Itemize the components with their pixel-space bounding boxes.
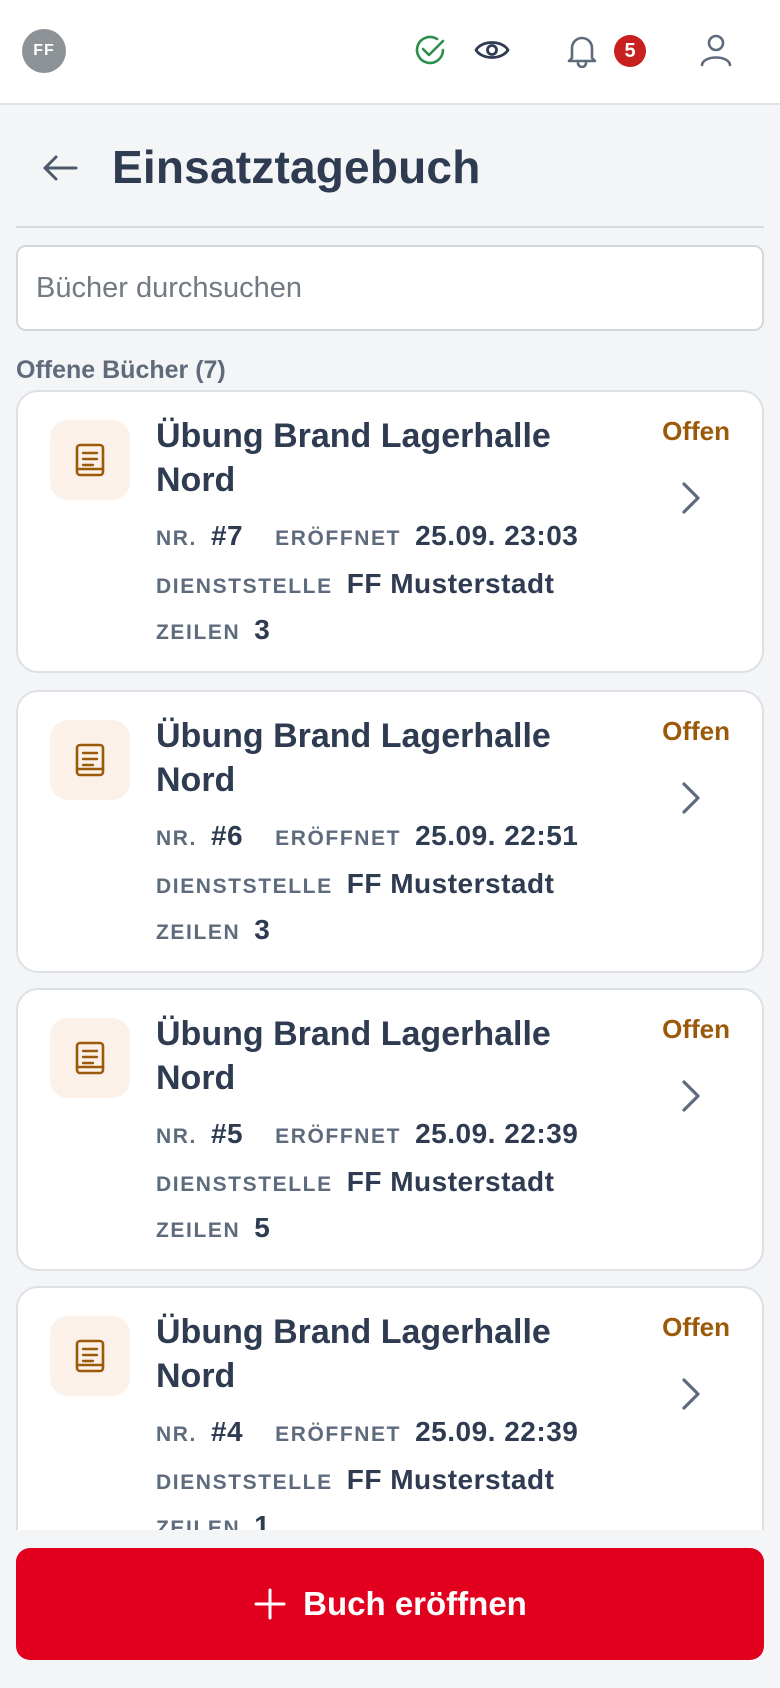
lines-label: ZEILEN [156, 621, 241, 644]
lines-value: 3 [254, 614, 271, 645]
opened-label: ERÖFFNET [275, 827, 402, 850]
open-book-label: Buch eröffnen [303, 1585, 527, 1622]
opened-value: 25.09. 22:39 [415, 1118, 579, 1149]
nr-label: NR. [156, 1423, 197, 1446]
meta-row-lines: ZEILEN 5 [156, 1212, 270, 1244]
meta-row-lines: ZEILEN 3 [156, 614, 270, 646]
lines-label: ZEILEN [156, 1219, 241, 1242]
chevron-right-icon[interactable] [676, 778, 704, 818]
meta-row-nr: NR. #7 ERÖFFNET 25.09. 23:03 [156, 520, 578, 552]
meta-row-nr: NR. #4 ERÖFFNET 25.09. 22:39 [156, 1416, 578, 1448]
eye-icon[interactable] [472, 30, 512, 70]
page-title: Einsatztagebuch [112, 141, 481, 193]
bell-icon[interactable] [562, 30, 602, 70]
notification-badge: 5 [614, 35, 646, 67]
back-button[interactable] [36, 144, 84, 192]
nr-value: #5 [210, 1118, 244, 1149]
book-icon [50, 720, 130, 800]
unit-label: DIENSTSTELLE [156, 575, 333, 598]
section-label: Offene Bücher (7) [16, 356, 226, 384]
meta-row-unit: DIENSTSTELLE FF Musterstadt [156, 1464, 554, 1496]
meta-row-unit: DIENSTSTELLE FF Musterstadt [156, 568, 554, 600]
status-badge: Offen [662, 416, 730, 446]
book-card[interactable]: Übung Brand Lagerhalle Nord Offen NR. #6… [16, 690, 764, 973]
nr-value: #6 [210, 820, 244, 851]
chevron-right-icon[interactable] [676, 1374, 704, 1414]
book-title: Übung Brand Lagerhalle Nord [156, 1015, 551, 1097]
book-title: Übung Brand Lagerhalle Nord [156, 717, 551, 799]
user-icon[interactable] [696, 30, 736, 70]
status-badge: Offen [662, 716, 730, 746]
page-header: Einsatztagebuch [16, 120, 764, 228]
opened-label: ERÖFFNET [275, 1423, 402, 1446]
meta-row-unit: DIENSTSTELLE FF Musterstadt [156, 1166, 554, 1198]
lines-label: ZEILEN [156, 921, 241, 944]
book-list[interactable]: Übung Brand Lagerhalle Nord Offen NR. #7… [0, 390, 780, 1530]
unit-value: FF Musterstadt [346, 868, 555, 899]
opened-label: ERÖFFNET [275, 527, 402, 550]
opened-label: ERÖFFNET [275, 1125, 402, 1148]
book-card[interactable]: Übung Brand Lagerhalle Nord Offen NR. #4… [16, 1286, 764, 1530]
unit-label: DIENSTSTELLE [156, 1471, 333, 1494]
nr-value: #4 [210, 1416, 244, 1447]
unit-value: FF Musterstadt [346, 568, 555, 599]
meta-row-unit: DIENSTSTELLE FF Musterstadt [156, 868, 554, 900]
book-icon [50, 1018, 130, 1098]
nr-label: NR. [156, 827, 197, 850]
lines-value: 3 [254, 914, 271, 945]
book-icon [50, 1316, 130, 1396]
book-title: Übung Brand Lagerhalle Nord [156, 417, 551, 499]
chevron-right-icon[interactable] [676, 478, 704, 518]
status-badge: Offen [662, 1312, 730, 1342]
chevron-right-icon[interactable] [676, 1076, 704, 1116]
arrow-left-icon [43, 155, 78, 181]
meta-row-lines: ZEILEN 3 [156, 914, 270, 946]
unit-value: FF Musterstadt [346, 1166, 555, 1197]
org-avatar[interactable]: FF [22, 29, 66, 73]
lines-label: ZEILEN [156, 1517, 241, 1530]
top-bar: FF 5 [0, 0, 780, 105]
unit-label: DIENSTSTELLE [156, 875, 333, 898]
opened-value: 25.09. 22:39 [415, 1416, 579, 1447]
book-card[interactable]: Übung Brand Lagerhalle Nord Offen NR. #7… [16, 390, 764, 673]
opened-value: 25.09. 23:03 [415, 520, 579, 551]
lines-value: 5 [254, 1212, 271, 1243]
open-book-button[interactable]: Buch eröffnen [16, 1548, 764, 1660]
book-icon [50, 420, 130, 500]
book-card[interactable]: Übung Brand Lagerhalle Nord Offen NR. #5… [16, 988, 764, 1271]
nr-value: #7 [210, 520, 244, 551]
lines-value: 1 [254, 1510, 271, 1530]
nr-label: NR. [156, 1125, 197, 1148]
meta-row-nr: NR. #5 ERÖFFNET 25.09. 22:39 [156, 1118, 578, 1150]
nr-label: NR. [156, 527, 197, 550]
meta-row-lines: ZEILEN 1 [156, 1510, 270, 1530]
book-title: Übung Brand Lagerhalle Nord [156, 1313, 551, 1395]
meta-row-nr: NR. #6 ERÖFFNET 25.09. 22:51 [156, 820, 578, 852]
plus-icon [254, 1588, 286, 1620]
search-input[interactable] [16, 245, 764, 331]
unit-value: FF Musterstadt [346, 1464, 555, 1495]
check-circle-icon[interactable] [410, 30, 450, 70]
unit-label: DIENSTSTELLE [156, 1173, 333, 1196]
status-badge: Offen [662, 1014, 730, 1044]
opened-value: 25.09. 22:51 [415, 820, 579, 851]
